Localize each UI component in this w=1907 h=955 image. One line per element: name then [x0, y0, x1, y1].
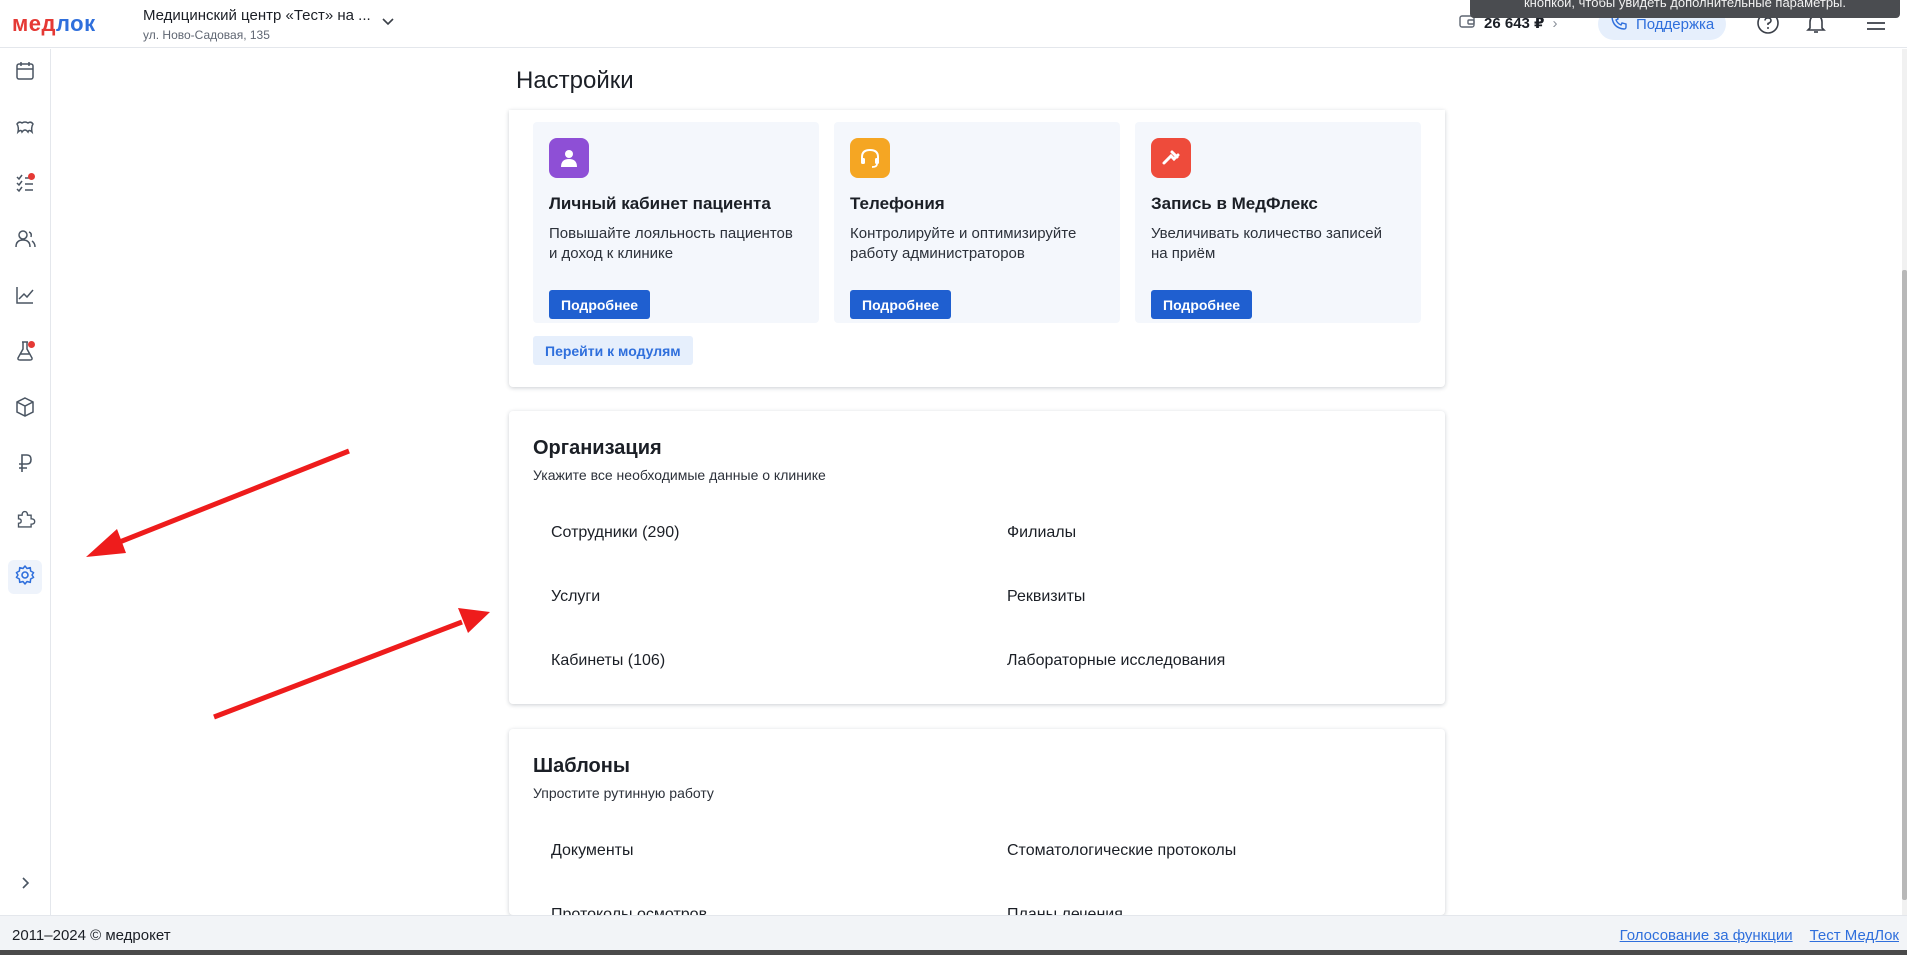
warehouse-box-icon [14, 396, 36, 423]
sidebar-item-analytics[interactable] [8, 280, 42, 314]
module-card-medflex: Запись в МедФлекс Увеличивать количество… [1135, 122, 1421, 323]
tooltip: кнопкой, чтобы увидеть дополнительные па… [1470, 0, 1900, 18]
arrow-to-organization [213, 608, 490, 720]
medlok-logo[interactable]: медлок [12, 11, 96, 37]
notification-dot [28, 173, 35, 180]
sidebar-item-patients[interactable] [8, 224, 42, 258]
page-title: Настройки [516, 67, 634, 94]
scrollbar-thumb[interactable] [1902, 270, 1907, 900]
chevron-down-icon[interactable] [380, 13, 396, 29]
module-description: Контролируйте и оптимизируйте работу адм… [850, 225, 1077, 262]
settings-gear-icon [14, 564, 36, 591]
settings-link-services[interactable]: Услуги [551, 588, 600, 606]
ruble-icon [14, 452, 36, 479]
sidebar-expand-button[interactable] [8, 868, 42, 902]
more-button[interactable]: Подробнее [1151, 290, 1253, 319]
clinic-address: ул. Ново-Садовая, 135 [143, 28, 270, 42]
analytics-icon [14, 284, 36, 311]
settings-link-dental-protocols[interactable]: Стоматологические протоколы [1007, 842, 1236, 860]
footer: 2011–2024 © медрокет Голосование за функ… [0, 915, 1907, 955]
sidebar-item-calendar[interactable] [8, 56, 42, 90]
module-description: Увеличивать количество записей на приём [1151, 225, 1382, 262]
sidebar-item-tasks[interactable] [8, 168, 42, 202]
module-title: Запись в МедФлекс [1151, 194, 1318, 213]
support-label: Поддержка [1636, 15, 1715, 33]
templates-card: Шаблоны Упростите рутинную работу Докуме… [509, 729, 1445, 915]
clinic-name: Медицинский центр «Тест» на ... [143, 7, 371, 24]
more-button[interactable]: Подробнее [549, 290, 651, 319]
taskbar-strip [0, 950, 1907, 955]
sidebar-item-warehouse[interactable] [8, 392, 42, 426]
vote-features-link[interactable]: Голосование за функции [1620, 927, 1793, 944]
top-header: медлок Медицинский центр «Тест» на ... у… [0, 0, 1907, 48]
more-button[interactable]: Подробнее [850, 290, 952, 319]
headset-icon [850, 138, 890, 178]
patient-portal-icon [549, 138, 589, 178]
patients-icon [14, 228, 36, 255]
medflex-logo-icon [1151, 138, 1191, 178]
sidebar-item-settings[interactable] [8, 560, 42, 594]
sidebar-item-laboratory[interactable] [8, 336, 42, 370]
section-subtitle: Укажите все необходимые данные о клинике [533, 467, 826, 483]
sidebar-item-modules[interactable] [8, 504, 42, 538]
calendar-icon [14, 60, 36, 87]
settings-link-requisites[interactable]: Реквизиты [1007, 588, 1085, 606]
module-title: Телефония [850, 194, 945, 213]
module-card-patient-portal: Личный кабинет пациента Повышайте лояльн… [533, 122, 819, 323]
settings-link-treatment-plans[interactable]: Планы лечения [1007, 906, 1123, 915]
section-subtitle: Упростите рутинную работу [533, 785, 714, 801]
module-description: Повышайте лояльность пациентов и доход к… [549, 225, 793, 262]
settings-link-documents[interactable]: Документы [551, 842, 633, 860]
modules-card: Личный кабинет пациента Повышайте лояльн… [509, 110, 1445, 387]
settings-link-exam-protocols[interactable]: Протоколы осмотров [551, 906, 707, 915]
chevron-right-icon [17, 875, 33, 896]
module-card-telephony: Телефония Контролируйте и оптимизируйте … [834, 122, 1120, 323]
notification-dot [28, 341, 35, 348]
section-title: Организация [533, 437, 662, 459]
sidebar-nav [0, 49, 51, 915]
settings-link-employees[interactable]: Сотрудники (290) [551, 524, 679, 542]
section-title: Шаблоны [533, 755, 630, 777]
settings-link-rooms[interactable]: Кабинеты (106) [551, 652, 665, 670]
copyright: 2011–2024 © медрокет [12, 927, 171, 944]
go-to-modules-button[interactable]: Перейти к модулям [533, 336, 693, 365]
puzzle-icon [14, 508, 36, 535]
test-medlok-link[interactable]: Тест МедЛок [1810, 927, 1899, 944]
settings-link-lab-tests[interactable]: Лабораторные исследования [1007, 652, 1225, 670]
arrow-to-settings [86, 448, 350, 557]
sidebar-item-finance[interactable] [8, 448, 42, 482]
module-title: Личный кабинет пациента [549, 194, 771, 213]
clinic-selector[interactable]: Медицинский центр «Тест» на ... ул. Ново… [143, 7, 371, 43]
settings-link-branches[interactable]: Филиалы [1007, 524, 1076, 542]
organization-card: Организация Укажите все необходимые данн… [509, 411, 1445, 704]
sidebar-item-dental[interactable] [8, 112, 42, 146]
tooth-icon [14, 116, 36, 143]
